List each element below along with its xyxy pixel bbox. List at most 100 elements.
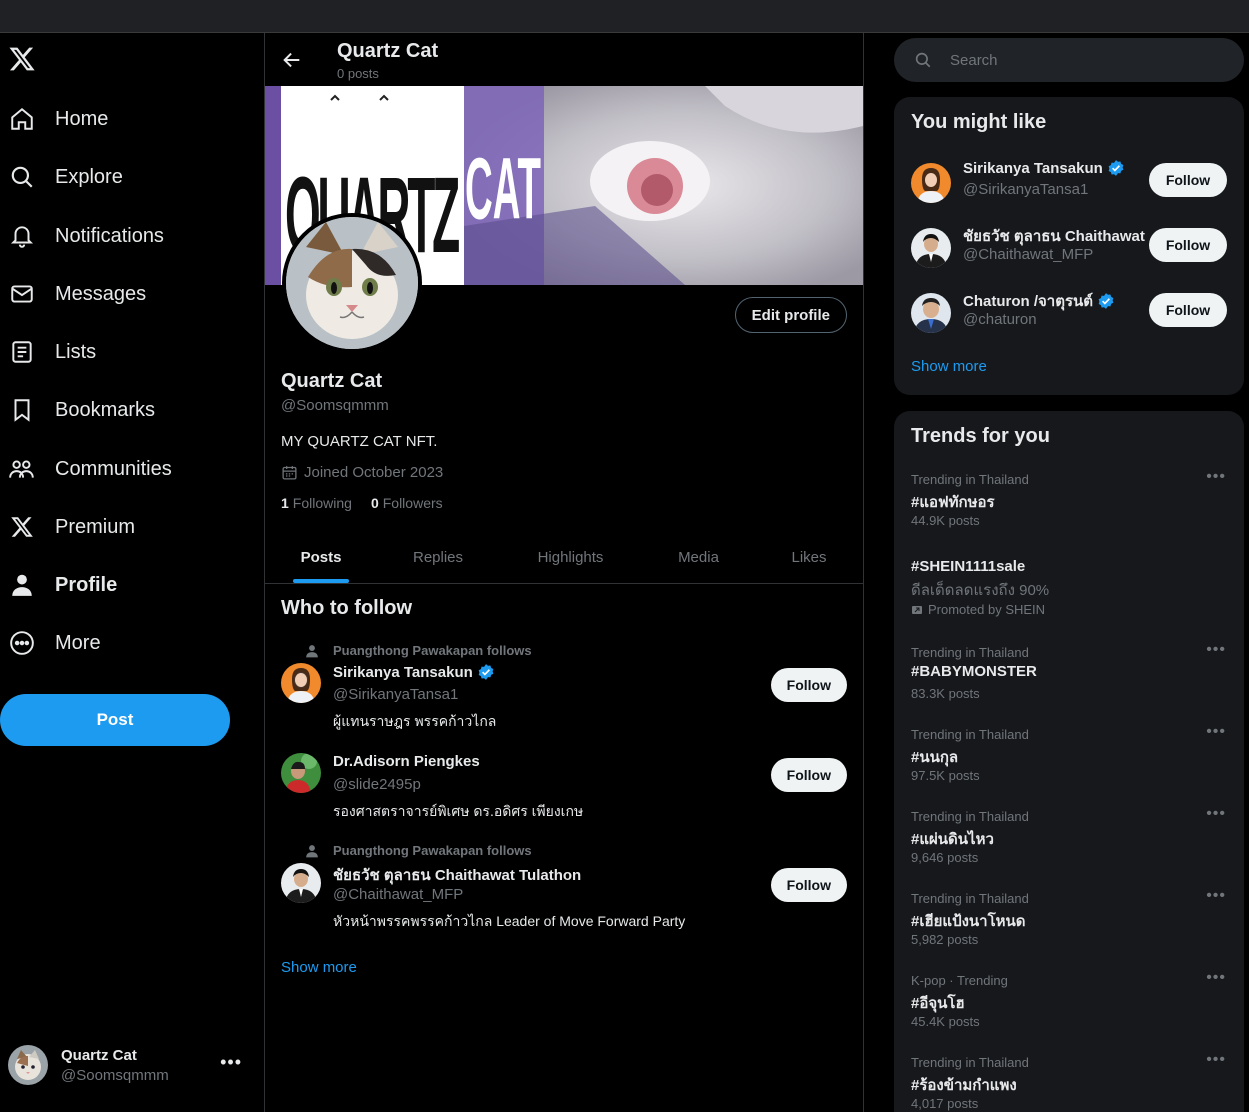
follow-button[interactable]: Follow (1149, 293, 1227, 327)
follow-suggestion[interactable]: Puangthong Pawakapan follows Sirikanya T… (265, 639, 863, 729)
follow-button[interactable]: Follow (770, 668, 847, 702)
nav-home[interactable]: Home (0, 95, 240, 143)
suggested-account[interactable]: Chaturon /จาตุรนต์ @chaturon Follow (894, 283, 1244, 348)
suggestion-name[interactable]: ชัยธวัช ตุลาธน Chaithawat Tulathon (333, 863, 581, 887)
follow-button[interactable]: Follow (1149, 228, 1227, 262)
nav-premium[interactable]: Premium (0, 503, 240, 551)
follow-button[interactable]: Follow (770, 758, 847, 792)
trend-item[interactable]: Trending in Thailand #นนกุล 97.5K posts … (894, 723, 1244, 809)
nav-label-notifications: Notifications (55, 224, 164, 247)
trend-item[interactable]: Trending in Thailand #เฮียแป้งนาโหนด 5,9… (894, 887, 1244, 973)
you-might-like-show-more[interactable]: Show more (911, 358, 987, 375)
more-dots-icon[interactable]: ••• (1206, 887, 1226, 905)
avatar[interactable] (281, 753, 321, 793)
nav-bookmarks[interactable]: Bookmarks (0, 386, 240, 434)
suggestion-name-text: Sirikanya Tansakun (333, 663, 473, 681)
more-dots-icon[interactable]: ••• (1206, 641, 1226, 659)
mail-icon (0, 281, 44, 307)
more-dots-icon[interactable]: ••• (220, 1052, 242, 1073)
profile-joined: Joined October 2023 (281, 464, 443, 481)
back-arrow-icon[interactable] (281, 49, 303, 71)
follow-suggestion[interactable]: Dr.Adisorn Piengkes @slide2495p รองศาสตร… (265, 749, 863, 823)
browser-top-bar (0, 0, 1249, 33)
tab-posts[interactable]: Posts (265, 531, 377, 583)
follow-suggestion[interactable]: Puangthong Pawakapan follows ชัยธวัช ตุล… (265, 839, 863, 929)
search-input[interactable] (950, 51, 1220, 69)
trend-name: #นนกุล (911, 749, 959, 766)
tab-media[interactable]: Media (642, 531, 755, 583)
search-bar[interactable] (894, 38, 1244, 82)
nav-lists[interactable]: Lists (0, 328, 240, 376)
suggested-account-handle: @Chaithawat_MFP (963, 246, 1094, 263)
follow-button[interactable]: Follow (1149, 163, 1227, 197)
trend-item[interactable]: K-pop · Trending #อีจุนโฮ 45.4K posts ••… (894, 969, 1244, 1055)
calendar-icon (282, 466, 297, 480)
trend-item[interactable]: Trending in Thailand #แผ่นดินไหว 9,646 p… (894, 805, 1244, 891)
more-dots-icon[interactable]: ••• (1206, 805, 1226, 823)
bookmark-icon (0, 397, 44, 423)
suggested-account[interactable]: ชัยธวัช ตุลาธน Chaithawat @Chaithawat_MF… (894, 218, 1244, 283)
nav-communities[interactable]: Communities (0, 445, 240, 493)
trend-name: #แอฟทักษอร (911, 494, 995, 511)
suggested-account-name[interactable]: ชัยธวัช ตุลาธน Chaithawat (963, 224, 1153, 248)
suggestion-name[interactable]: Dr.Adisorn Piengkes (333, 753, 480, 770)
edit-profile-button[interactable]: Edit profile (734, 297, 847, 333)
trend-name: #แผ่นดินไหว (911, 831, 994, 848)
avatar[interactable] (911, 293, 951, 333)
x-logo-icon[interactable] (8, 45, 38, 75)
avatar (8, 1045, 48, 1085)
person-icon (0, 572, 44, 598)
promoted-trend-item[interactable]: #SHEIN1111sale ดีลเด็ดลดแรงถึง 90% Promo… (894, 555, 1244, 637)
trend-item[interactable]: Trending in Thailand #BABYMONSTER 83.3K … (894, 641, 1244, 727)
following-count: 1 (281, 495, 289, 511)
tab-highlights[interactable]: Highlights (499, 531, 642, 583)
trend-item[interactable]: Trending in Thailand #แอฟทักษอร 44.9K po… (894, 468, 1244, 554)
suggested-account-name[interactable]: Chaturon /จาตุรนต์ (963, 289, 1153, 313)
person-icon (306, 844, 318, 857)
page-title: Quartz Cat (337, 40, 439, 62)
nav-messages[interactable]: Messages (0, 270, 240, 318)
trend-count: 45.4K posts (911, 1014, 980, 1029)
who-to-follow-show-more[interactable]: Show more (281, 959, 357, 976)
profile-name: Quartz Cat (281, 370, 383, 392)
avatar[interactable] (281, 863, 321, 903)
avatar[interactable] (281, 663, 321, 703)
trends-card: Trends for you Trending in Thailand #แอฟ… (894, 411, 1244, 1112)
nav-profile[interactable]: Profile (0, 561, 240, 609)
profile-avatar[interactable] (282, 213, 422, 353)
more-dots-icon[interactable]: ••• (1206, 723, 1226, 741)
suggested-account-name-text: ชัยธวัช ตุลาธน Chaithawat (963, 228, 1145, 245)
followers-link[interactable]: 0 Followers (371, 495, 443, 511)
more-dots-icon[interactable]: ••• (1206, 969, 1226, 987)
verified-badge-icon (1108, 160, 1124, 176)
nav-more[interactable]: More (0, 619, 240, 667)
avatar[interactable] (911, 228, 951, 268)
suggestion-name[interactable]: Sirikanya Tansakun (333, 663, 495, 681)
more-dots-icon[interactable]: ••• (1206, 1051, 1226, 1069)
more-dots-icon[interactable]: ••• (1206, 468, 1226, 486)
suggestion-bio: หัวหน้าพรรคพรรคก้าวไกล Leader of Move Fo… (333, 913, 686, 929)
nav-explore[interactable]: Explore (0, 153, 240, 201)
post-button[interactable]: Post (0, 694, 230, 746)
tab-replies[interactable]: Replies (377, 531, 499, 583)
trend-item[interactable]: Trending in Thailand #ร้องข้ามกำแพง 4,01… (894, 1051, 1244, 1112)
social-context-text: Puangthong Pawakapan follows (333, 643, 532, 658)
nav-label-messages: Messages (55, 282, 147, 305)
account-switcher[interactable]: Quartz Cat @Soomsqmmm ••• (8, 1040, 258, 1090)
suggested-account-handle: @SirikanyaTansa1 (963, 181, 1089, 198)
suggested-account-name[interactable]: Sirikanya Tansakun (963, 159, 1153, 177)
followers-label: Followers (382, 495, 443, 511)
suggestion-handle: @slide2495p (333, 776, 421, 793)
avatar[interactable] (911, 163, 951, 203)
home-icon (0, 106, 44, 132)
suggested-account[interactable]: Sirikanya Tansakun @SirikanyaTansa1 Foll… (894, 153, 1244, 218)
social-context-text: Puangthong Pawakapan follows (333, 843, 532, 858)
following-link[interactable]: 1 Following (281, 495, 352, 511)
follow-button[interactable]: Follow (770, 868, 847, 902)
trend-context: K-pop · Trending (911, 973, 1008, 988)
tab-likes[interactable]: Likes (755, 531, 863, 583)
verified-badge-icon (478, 664, 494, 680)
nav-label-premium: Premium (55, 515, 136, 538)
trend-count: 97.5K posts (911, 768, 980, 783)
nav-notifications[interactable]: Notifications (0, 212, 240, 260)
